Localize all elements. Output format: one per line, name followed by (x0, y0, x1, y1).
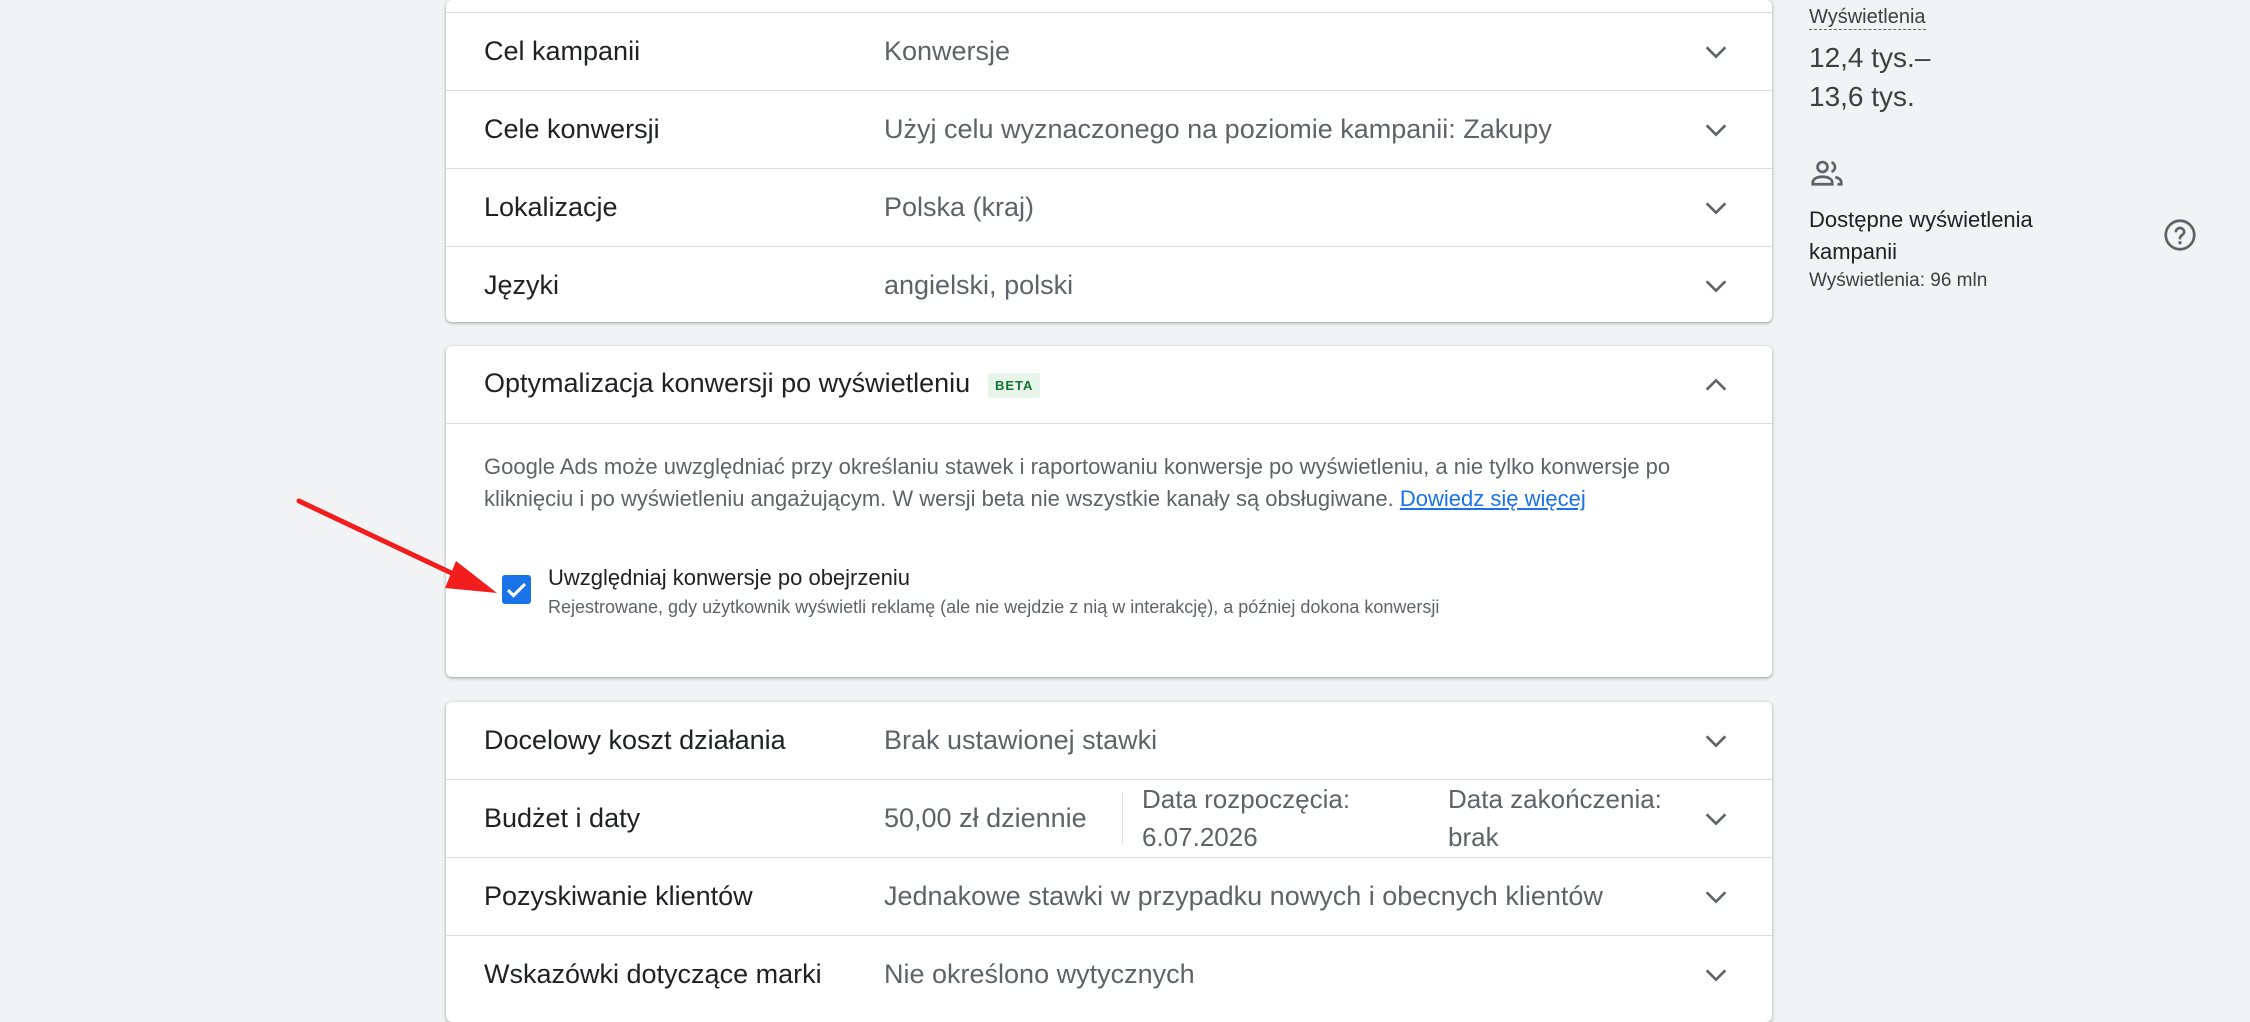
chevron-down-icon[interactable] (1700, 36, 1732, 68)
row-label: Docelowy koszt działania (484, 725, 786, 755)
impressions-estimate: 12,4 tys.– 13,6 tys. (1809, 38, 1930, 116)
end-date: Data zakończenia: brak (1448, 780, 1662, 856)
row-label: Lokalizacje (484, 192, 618, 222)
divider (1122, 792, 1123, 844)
optimization-title: Optymalizacja konwersji po wyświetleniu (484, 368, 971, 398)
end-date-value: brak (1448, 822, 1499, 852)
check-icon (506, 582, 527, 598)
row-budget-dates[interactable]: Budżet i daty 50,00 zł dziennie Data roz… (446, 780, 1772, 858)
row-conversion-goals[interactable]: Cele konwersji Użyj celu wyznaczonego na… (446, 91, 1772, 169)
row-label: Pozyskiwanie klientów (484, 881, 753, 911)
chevron-down-icon[interactable] (1700, 959, 1732, 991)
row-label: Języki (484, 270, 560, 300)
checkbox-description: Rejestrowane, gdy użytkownik wyświetli r… (548, 597, 1440, 617)
optimization-description: Google Ads może uwzględniać przy określa… (484, 451, 1734, 515)
impressions-range-end: 13,6 tys. (1809, 81, 1915, 112)
chevron-down-icon[interactable] (1700, 114, 1732, 146)
help-icon[interactable] (2162, 217, 2198, 253)
row-value: Polska (kraj) (884, 192, 1035, 222)
row-campaign-goal[interactable]: Cel kampanii Konwersje (446, 13, 1772, 91)
row-value: Konwersje (884, 36, 1011, 66)
row-label: Cel kampanii (484, 36, 641, 66)
chevron-down-icon[interactable] (1700, 725, 1732, 757)
optimization-header[interactable]: Optymalizacja konwersji po wyświetleniu … (446, 346, 1772, 424)
description-line-2: kliknięciu i po wyświetleniu angażującym… (484, 486, 1400, 511)
chevron-down-icon[interactable] (1700, 803, 1732, 835)
start-date-value: 6.07.2026 (1142, 822, 1258, 852)
view-through-checkbox[interactable] (502, 575, 531, 604)
row-value: Brak ustawionej stawki (884, 725, 1158, 755)
row-customer-acquisition[interactable]: Pozyskiwanie klientów Jednakowe stawki w… (446, 858, 1772, 936)
start-date: Data rozpoczęcia: 6.07.2026 (1142, 780, 1350, 856)
description-line-1: Google Ads może uwzględniać przy określa… (484, 454, 1671, 479)
view-through-optimization-panel: Optymalizacja konwersji po wyświetleniu … (446, 346, 1772, 677)
people-icon (1811, 160, 1843, 186)
row-label: Budżet i daty (484, 803, 641, 833)
row-value: Jednakowe stawki w przypadku nowych i ob… (884, 881, 1603, 911)
row-value: Nie określono wytycznych (884, 959, 1195, 989)
start-date-label: Data rozpoczęcia: (1142, 784, 1351, 814)
row-label: Wskazówki dotyczące marki (484, 959, 822, 989)
row-value: Użyj celu wyznaczonego na poziomie kampa… (884, 114, 1552, 144)
chevron-down-icon[interactable] (1700, 881, 1732, 913)
available-impressions-value: Wyświetlenia: 96 mln (1809, 270, 1988, 291)
row-label: Cele konwersji (484, 114, 660, 144)
chevron-up-icon[interactable] (1700, 369, 1732, 401)
panel-edge (446, 0, 1772, 13)
row-brand-guidelines[interactable]: Wskazówki dotyczące marki Nie określono … (446, 936, 1772, 1013)
row-target-cpa[interactable]: Docelowy koszt działania Brak ustawionej… (446, 702, 1772, 780)
budget-value: 50,00 zł dziennie (884, 803, 1087, 833)
learn-more-link[interactable]: Dowiedz się więcej (1400, 486, 1586, 511)
beta-badge: BETA (988, 373, 1041, 398)
row-value: angielski, polski (884, 270, 1074, 300)
row-languages[interactable]: Języki angielski, polski (446, 247, 1772, 322)
impressions-range-start: 12,4 tys.– (1809, 42, 1931, 73)
impressions-label[interactable]: Wyświetlenia (1809, 6, 1926, 30)
chevron-down-icon[interactable] (1700, 270, 1732, 302)
chevron-down-icon[interactable] (1700, 192, 1732, 224)
end-date-label: Data zakończenia: (1448, 784, 1662, 814)
campaign-settings-top: Cel kampanii Konwersje Cele konwersji Uż… (446, 0, 1772, 322)
campaign-settings-bottom: Docelowy koszt działania Brak ustawionej… (446, 702, 1772, 1022)
row-locations[interactable]: Lokalizacje Polska (kraj) (446, 169, 1772, 247)
available-impressions-title: Dostępne wyświetlenia kampanii (1809, 207, 2033, 264)
checkbox-label[interactable]: Uwzględniaj konwersje po obejrzeniu (548, 565, 910, 591)
